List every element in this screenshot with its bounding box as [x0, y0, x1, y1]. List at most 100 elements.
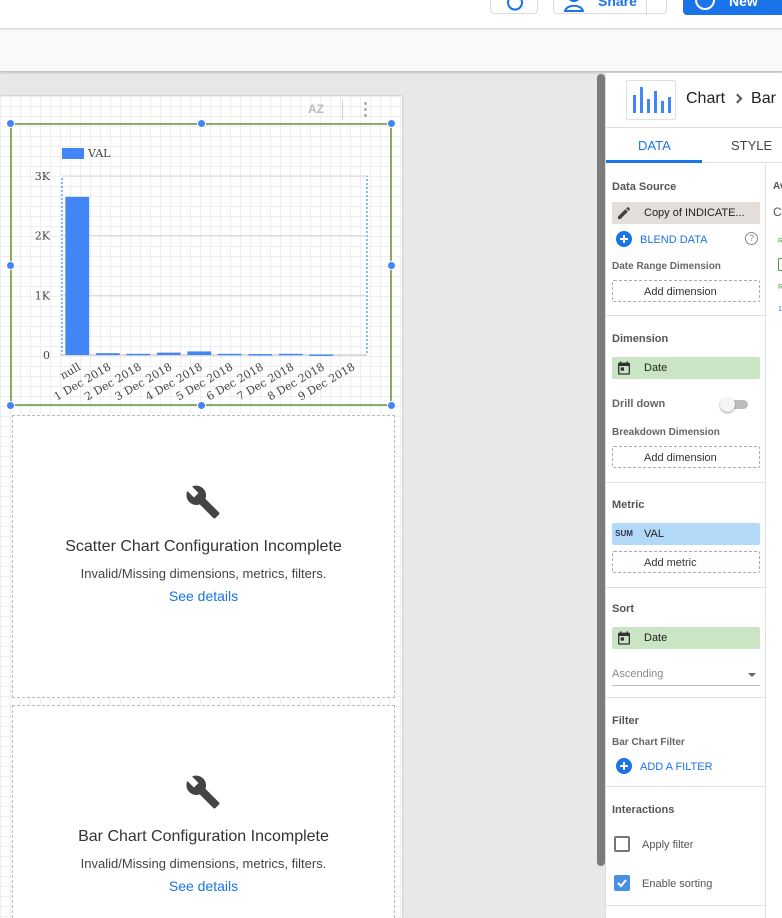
sort-chip[interactable]: Date	[612, 627, 760, 649]
data-source-title: Data Source	[612, 181, 677, 193]
panel-tabs: DATA STYLE	[606, 129, 782, 163]
bar-chart-placeholder[interactable]: Bar Chart Configuration Incomplete Inval…	[12, 705, 395, 918]
wrench-icon	[186, 775, 220, 809]
check-icon	[617, 879, 627, 888]
scatter-chart-placeholder[interactable]: Scatter Chart Configuration Incomplete I…	[12, 415, 395, 698]
placeholder-title: Scatter Chart Configuration Incomplete	[65, 538, 342, 555]
bar	[95, 353, 120, 355]
interactions-title: Interactions	[612, 804, 675, 816]
chevron-right-icon	[732, 93, 743, 104]
bar	[65, 196, 90, 355]
share-divider	[646, 0, 647, 15]
breadcrumb-bar: Bar	[751, 90, 776, 107]
metric-chip[interactable]: SUM VAL	[612, 523, 760, 545]
data-source-name: Copy of INDICATE...	[644, 207, 745, 219]
add-filter-label: ADD A FILTER	[640, 761, 713, 773]
bar	[217, 353, 242, 356]
bar	[156, 352, 181, 355]
available-fields-title: Av	[773, 181, 782, 192]
section-divider	[606, 905, 766, 906]
y-tick-label: 0	[43, 349, 50, 362]
person-add-icon	[564, 0, 585, 12]
calendar-field-icon[interactable]	[778, 258, 782, 271]
section-divider	[606, 786, 766, 787]
panel-title: Chart Bar	[686, 90, 776, 108]
add-circle-icon	[616, 758, 632, 774]
aggregation-badge[interactable]: SUM	[614, 529, 634, 538]
sort-title: Sort	[612, 603, 634, 615]
new-label: New	[729, 0, 758, 9]
blend-data-label: BLEND DATA	[640, 234, 708, 246]
section-divider	[606, 697, 766, 698]
sort-order-value: Ascending	[612, 668, 664, 680]
properties-panel: Chart Bar DATA STYLE Data Source Copy of…	[605, 73, 782, 918]
dropdown-arrow-icon	[748, 673, 756, 677]
share-label: Share	[598, 0, 637, 9]
breadcrumb-chart: Chart	[686, 90, 726, 107]
drill-down-toggle[interactable]	[720, 397, 748, 412]
add-metric[interactable]: Add metric	[612, 551, 760, 573]
bar	[278, 353, 303, 356]
bar	[309, 354, 334, 356]
data-source-chip[interactable]: Copy of INDICATE...	[612, 202, 760, 224]
add-circle-icon	[616, 231, 632, 247]
placeholder-subtitle: Invalid/Missing dimensions, metrics, fil…	[80, 856, 327, 871]
section-divider	[606, 482, 766, 483]
active-tab-indicator	[606, 160, 702, 163]
bar	[126, 353, 151, 356]
bar-chart: 01K2K3K null1 Dec 20182 Dec 20183 Dec 20…	[35, 170, 368, 403]
sort-order-select[interactable]: Ascending	[612, 664, 760, 686]
see-details-link[interactable]: See details	[13, 588, 394, 604]
add-date-range-dimension[interactable]: Add dimension	[612, 280, 760, 302]
see-details-link[interactable]: See details	[13, 878, 394, 894]
add-dimension-label: Add dimension	[644, 286, 717, 298]
help-icon[interactable]: ?	[745, 232, 758, 245]
calendar-icon	[618, 631, 630, 645]
share-button[interactable]: Share	[553, 0, 667, 15]
y-tick-label: 1K	[35, 289, 51, 302]
metric-value: VAL	[644, 528, 664, 540]
breakdown-dimension-title: Breakdown Dimension	[612, 427, 720, 438]
add-breakdown-dimension[interactable]: Add dimension	[612, 446, 760, 468]
apply-filter-checkbox[interactable]	[614, 836, 630, 852]
add-icon	[695, 0, 715, 10]
drill-down-label: Drill down	[612, 398, 666, 410]
bar-chart-icon	[633, 87, 671, 113]
add-dimension-label: Add dimension	[644, 452, 717, 464]
enable-sorting-checkbox[interactable]	[614, 875, 630, 891]
add-metric-label: Add metric	[644, 557, 697, 569]
refresh-button[interactable]	[490, 0, 538, 14]
bar-chart-type-icon[interactable]	[626, 80, 676, 120]
enable-sorting-label: Enable sorting	[642, 878, 713, 890]
available-fields-column: Av C R R 1	[767, 164, 782, 918]
plot-area-selection	[61, 175, 368, 356]
section-divider	[606, 315, 766, 316]
field-search-icon[interactable]: C	[773, 205, 782, 219]
tab-data[interactable]: DATA	[638, 138, 671, 153]
filter-title: Filter	[612, 715, 639, 727]
bar	[187, 351, 212, 355]
pencil-icon	[618, 207, 630, 219]
placeholder-subtitle: Invalid/Missing dimensions, metrics, fil…	[80, 566, 327, 581]
field-item[interactable]: 1	[778, 306, 782, 313]
apply-filter-label: Apply filter	[642, 839, 694, 851]
bar	[248, 354, 273, 356]
data-config-column: Data Source Copy of INDICATE... BLEND DA…	[606, 164, 766, 918]
bar-chart-filter-title: Bar Chart Filter	[612, 737, 685, 748]
date-range-dimension-title: Date Range Dimension	[612, 261, 721, 272]
tab-style[interactable]: STYLE	[731, 138, 772, 153]
refresh-icon	[507, 0, 523, 11]
canvas-scrollbar[interactable]	[597, 74, 605, 866]
dimension-chip[interactable]: Date	[612, 357, 760, 379]
placeholder-title: Bar Chart Configuration Incomplete	[78, 828, 329, 845]
field-item[interactable]: R	[778, 238, 782, 245]
y-tick-label: 3K	[35, 170, 51, 183]
metric-title: Metric	[612, 499, 645, 511]
new-button[interactable]: New	[683, 0, 782, 15]
field-item[interactable]: R	[778, 284, 782, 291]
calendar-icon	[618, 361, 630, 375]
panel-header: Chart Bar	[606, 73, 782, 128]
sort-value: Date	[644, 632, 668, 644]
dimension-value: Date	[644, 362, 668, 374]
toggle-knob	[720, 397, 735, 412]
